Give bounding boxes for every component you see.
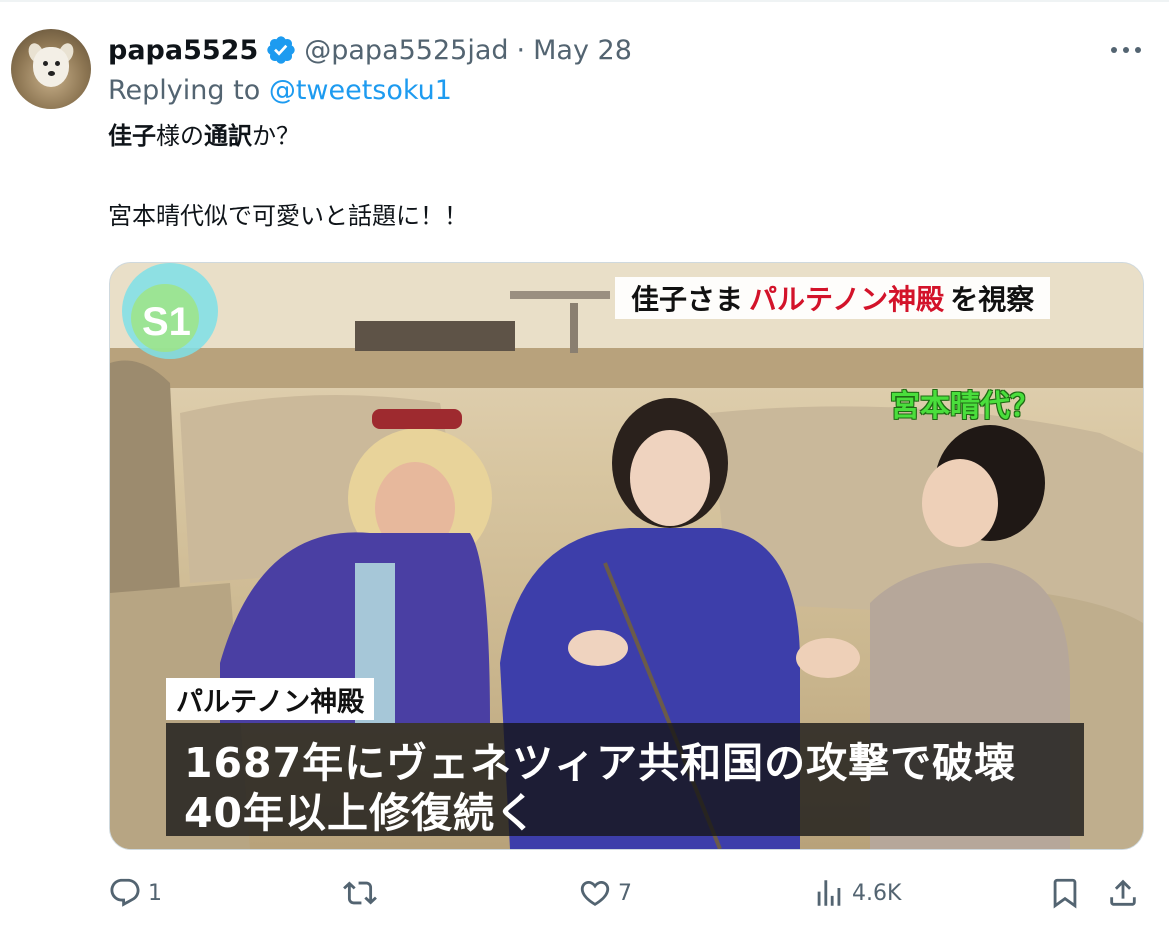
tweet-media-image[interactable]: S1 佳子さま パルテノン神殿 を視察 宮本晴代？ パルテノン神殿 1687年に…: [109, 262, 1144, 850]
author-name[interactable]: papa5525: [108, 35, 258, 66]
news-headline-highlight: パルテノン神殿: [749, 283, 945, 316]
tweet-text-line-2: 宮本晴代似で可愛いと話題に！！: [108, 202, 468, 230]
channel-logo: S1: [142, 300, 191, 344]
share-icon: [1110, 879, 1136, 906]
more-button[interactable]: [1106, 36, 1146, 64]
replying-mention-link[interactable]: @tweetsoku1: [269, 75, 452, 106]
news-caption: 1687年にヴェネツィア共和国の攻撃で破壊 40年以上修復続く: [166, 723, 1084, 837]
avatar-dog-face: [33, 47, 69, 87]
tweet-text-blank: [108, 154, 468, 198]
tweet-text-part-4: か？: [252, 122, 300, 150]
tweet-text-part-2: 様の: [156, 122, 204, 150]
header-separator: ·: [516, 34, 526, 66]
replying-prefix: Replying to: [108, 75, 261, 106]
retweet-button[interactable]: [343, 868, 383, 918]
reply-icon: [110, 878, 140, 907]
share-button[interactable]: [1106, 868, 1140, 918]
tweet-text-line-1: 佳子様の通訳か？: [108, 118, 468, 154]
news-headline-suffix: を視察: [950, 283, 1035, 316]
reply-button[interactable]: 1: [108, 868, 162, 918]
reply-count: 1: [148, 880, 162, 906]
like-button[interactable]: 7: [578, 868, 632, 918]
action-bar: 1 7 4.6K: [0, 868, 1169, 918]
tweet-text: 佳子様の通訳か？ 宮本晴代似で可愛いと話題に！！: [108, 118, 468, 234]
more-icon: [1111, 47, 1141, 53]
bookmark-button[interactable]: [1048, 868, 1082, 918]
retweet-icon: [343, 881, 377, 905]
author-handle[interactable]: @papa5525jad: [304, 35, 508, 66]
tweet-text-bold-2: 通訳: [204, 122, 252, 150]
tweet-text-bold-1: 佳子: [108, 122, 156, 150]
views-count: 4.6K: [852, 880, 902, 906]
replying-to: Replying to @tweetsoku1: [108, 75, 452, 106]
like-count: 7: [618, 880, 632, 906]
news-headline-prefix: 佳子さま: [631, 283, 744, 316]
location-label: パルテノン神殿: [166, 678, 375, 720]
avatar-nose: [48, 71, 55, 76]
views-button[interactable]: 4.6K: [812, 868, 901, 918]
bookmark-icon: [1053, 878, 1077, 909]
like-icon: [580, 880, 610, 906]
news-headline: 佳子さま パルテノン神殿 を視察: [615, 277, 1051, 319]
news-caption-line-2: 40年以上修復続く: [184, 789, 538, 837]
avatar[interactable]: [11, 29, 91, 109]
speculation-overlay: 宮本晴代？: [890, 389, 1040, 424]
tweet-date[interactable]: May 28: [533, 35, 632, 66]
tweet-header: papa5525 @papa5525jad · May 28: [108, 30, 632, 70]
avatar-eye-left: [43, 61, 48, 66]
verified-badge-icon: [267, 36, 295, 64]
views-icon: [817, 880, 841, 906]
avatar-eye-right: [55, 61, 60, 66]
top-divider: [0, 0, 1169, 2]
